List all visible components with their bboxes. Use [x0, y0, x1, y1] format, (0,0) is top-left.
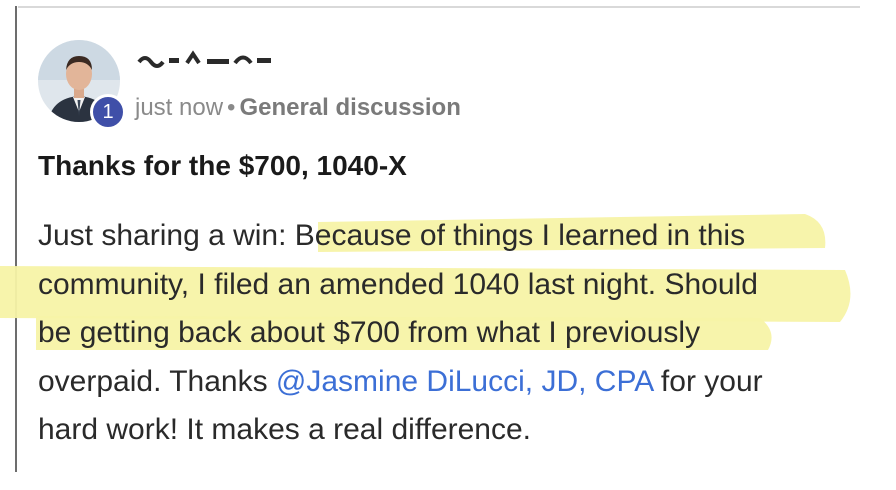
post-title: Thanks for the $700, 1040-X — [38, 150, 407, 181]
card-left-border — [15, 6, 17, 472]
body-line-1: Just sharing a win: Because of things I … — [38, 212, 858, 261]
user-mention-link[interactable]: @Jasmine DiLucci, JD, CPA — [276, 365, 653, 398]
post-body: Just sharing a win: Because of things I … — [38, 212, 858, 455]
post-category-link[interactable]: General discussion — [239, 94, 460, 121]
body-text: Just sharing a win: — [38, 219, 295, 252]
post-meta: just now • General discussion — [135, 94, 461, 122]
user-level-badge: 1 — [90, 94, 126, 130]
body-text: for your — [652, 364, 763, 398]
body-line-3: be getting back about $700 from what I p… — [38, 316, 701, 349]
meta-separator: • — [227, 94, 236, 121]
post-timestamp: just now — [135, 94, 224, 121]
redacted-name-icon — [137, 50, 271, 68]
body-line-4: overpaid. Thanks @Jasmine DiLucci, JD, C… — [38, 358, 858, 407]
card-top-border — [18, 6, 860, 8]
highlighted-text: Because of things I learned in this — [294, 219, 746, 252]
body-text: overpaid. Thanks — [38, 364, 276, 398]
body-line-5: hard work! It makes a real difference. — [38, 413, 532, 446]
body-line-2: community, I filed an amended 1040 last … — [38, 267, 758, 301]
